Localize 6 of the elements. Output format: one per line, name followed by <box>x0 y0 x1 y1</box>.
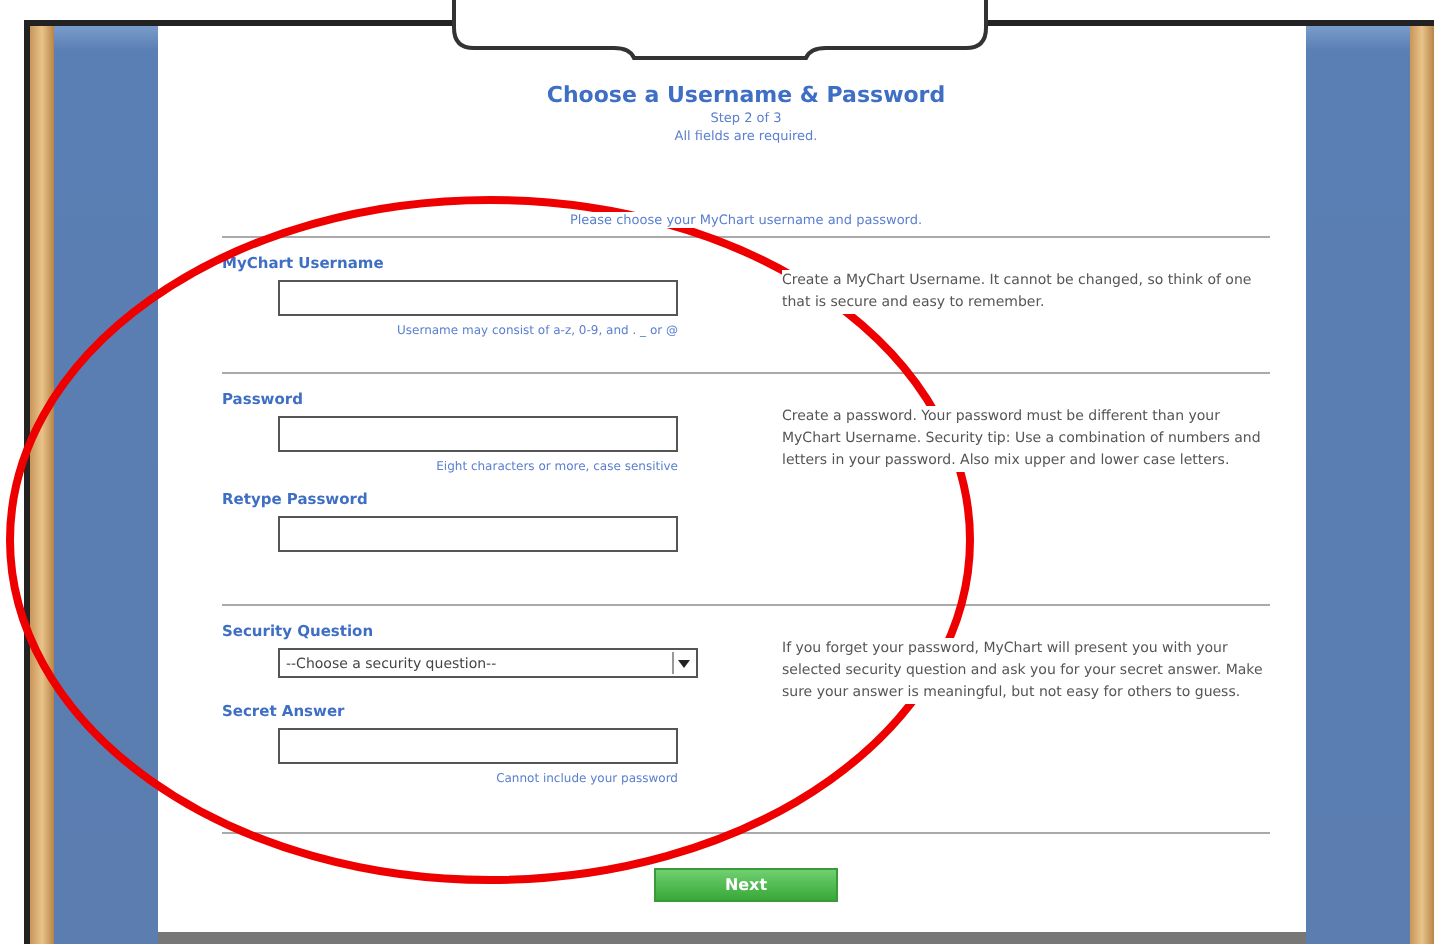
input-field[interactable] <box>278 728 678 764</box>
input-field[interactable] <box>278 280 678 316</box>
input-field[interactable] <box>278 516 678 552</box>
dropdown-arrow-icon <box>672 652 694 674</box>
input-field[interactable] <box>278 416 678 452</box>
page-title: Choose a Username & Password <box>546 82 946 108</box>
